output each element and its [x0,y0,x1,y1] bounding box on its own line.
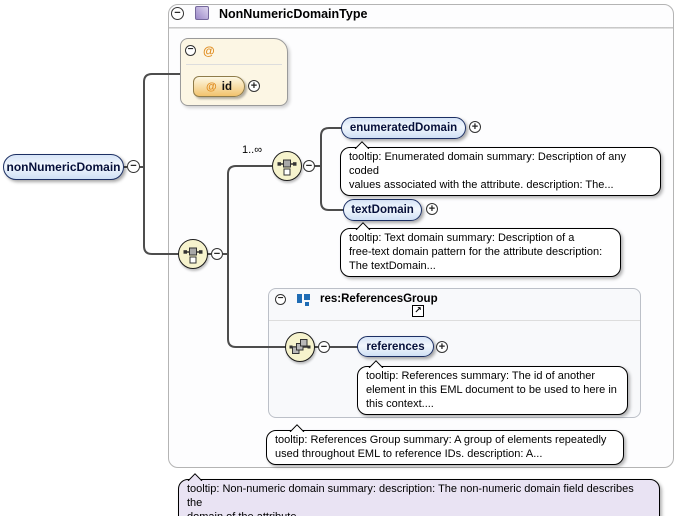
tooltip-text: tooltip: Enumerated domain summary: Desc… [349,150,652,192]
element-enumeratedDomain[interactable]: enumeratedDomain [341,117,466,139]
group-icon [296,292,311,307]
collapse-icon[interactable]: − [275,294,286,305]
collapse-icon[interactable]: − [303,160,315,172]
collapse-icon[interactable]: − [185,45,196,56]
collapse-icon[interactable]: − [171,7,184,20]
tooltip-text: tooltip: References Group summary: A gro… [275,433,615,461]
element-label: references [366,341,424,353]
tooltip-references: tooltip: References summary: The id of a… [357,366,628,415]
complextype-icon [195,6,209,20]
expand-icon[interactable]: + [436,341,448,353]
expand-icon[interactable]: + [469,121,481,133]
choice-compositor-icon[interactable] [272,151,302,181]
cardinality-label: 1..∞ [242,144,262,156]
attribute-id-label: id [222,81,232,93]
element-label: textDomain [351,204,414,216]
choice-compositor-icon[interactable] [178,239,208,269]
tooltip-text: tooltip: References summary: The id of a… [366,369,619,411]
collapse-icon[interactable]: − [211,248,223,260]
element-textDomain[interactable]: textDomain [343,199,422,221]
group-compositor-icon[interactable] [285,332,315,362]
attribute-at-icon: @ [203,44,215,58]
expand-icon[interactable]: + [426,203,438,215]
tooltip-text: tooltip: Text domain summary: Descriptio… [349,231,612,273]
tooltip-nonNumericDomain: tooltip: Non-numeric domain summary: des… [178,479,660,516]
schema-diagram: − NonNumericDomainType − res:ReferencesG… [0,0,678,516]
attributes-separator [186,64,282,65]
element-label: nonNumericDomain [6,160,120,174]
element-references[interactable]: references [357,336,434,357]
tooltip-textDomain: tooltip: Text domain summary: Descriptio… [340,228,621,277]
attribute-id[interactable]: @ id [193,76,245,97]
tooltip-enumeratedDomain: tooltip: Enumerated domain summary: Desc… [340,147,661,196]
element-nonNumericDomain[interactable]: nonNumericDomain [3,154,124,180]
collapse-icon[interactable]: − [318,341,330,353]
collapse-icon[interactable]: − [127,160,140,173]
expand-icon[interactable]: + [248,80,260,92]
element-label: enumeratedDomain [350,122,457,134]
attribute-at-icon: @ [206,81,217,93]
tooltip-text: tooltip: Non-numeric domain summary: des… [187,482,651,516]
goto-definition-icon[interactable]: ↗ [412,305,424,317]
tooltip-references-group: tooltip: References Group summary: A gro… [266,430,624,465]
